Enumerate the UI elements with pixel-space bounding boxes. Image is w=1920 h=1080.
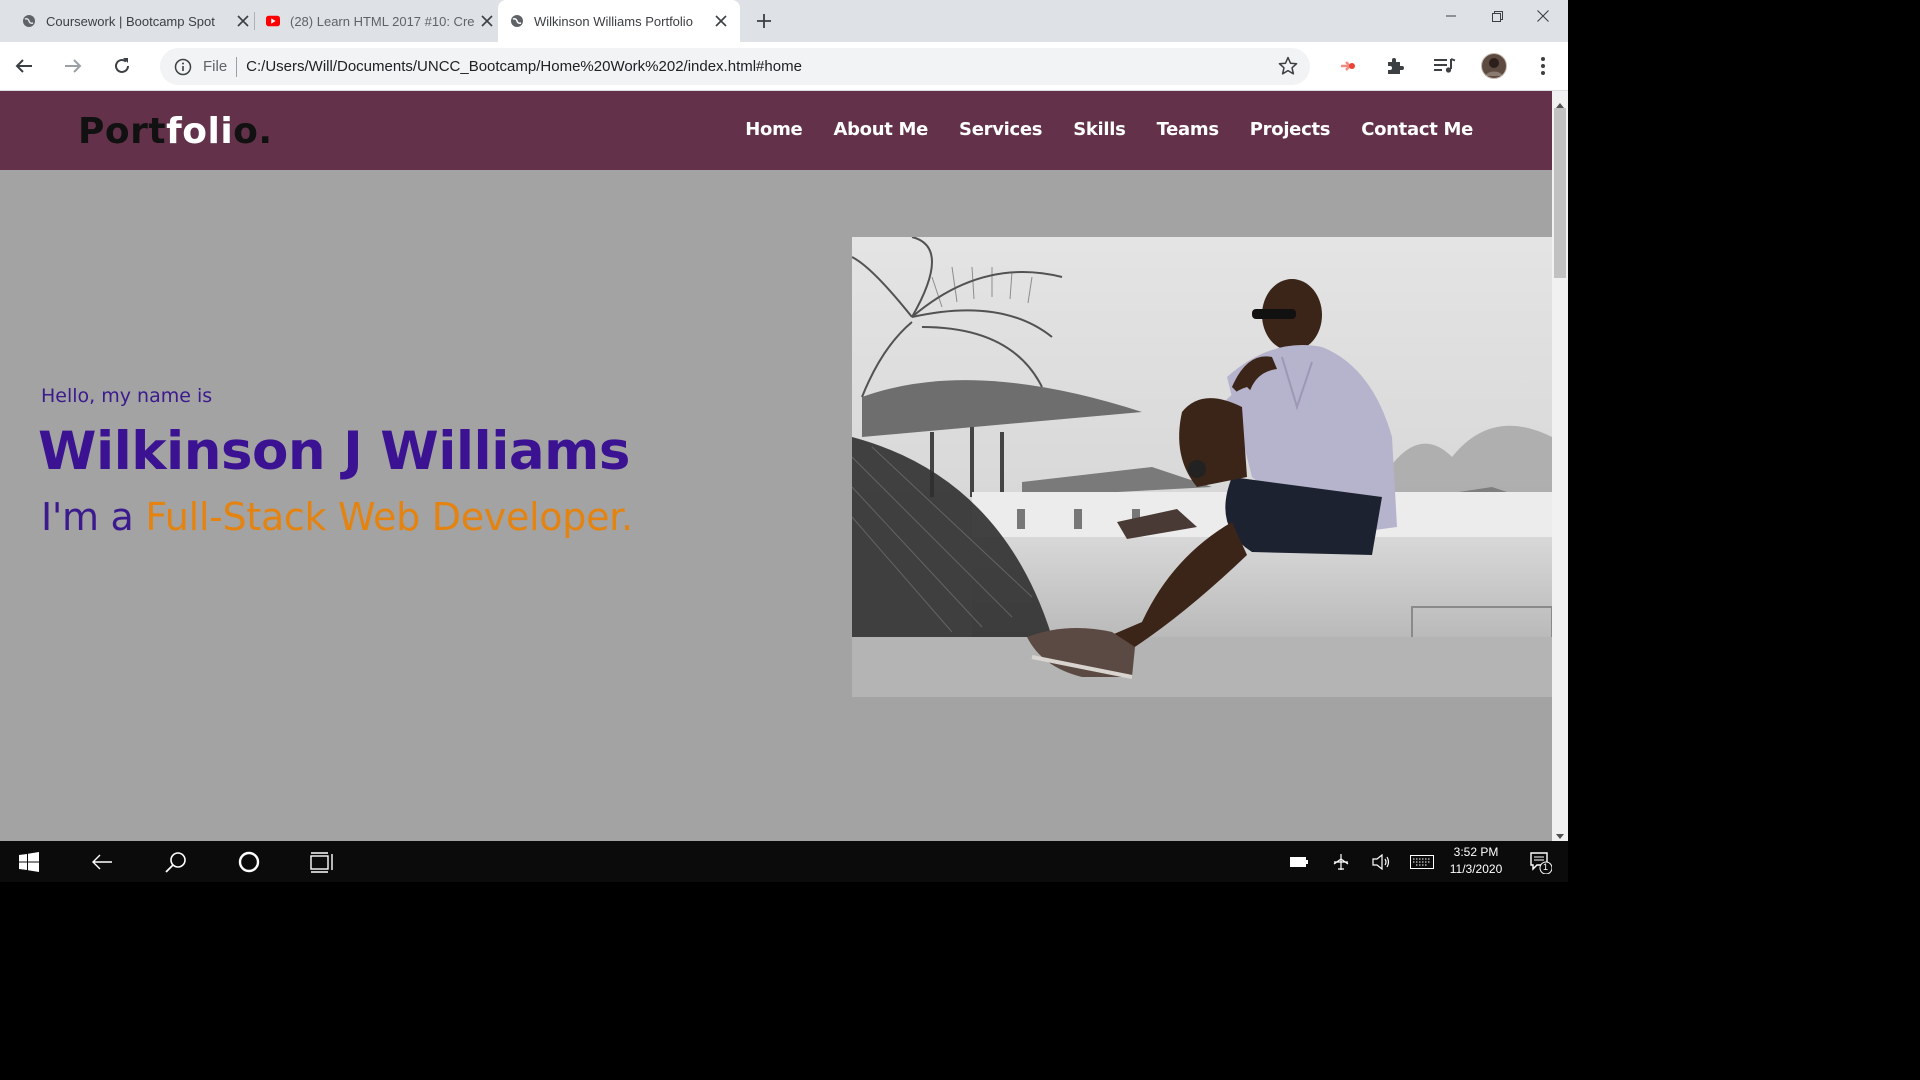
tab-title: (28) Learn HTML 2017 #10: Cre (290, 13, 475, 29)
browser-toolbar: File C:/Users/Will/Documents/UNCC_Bootca… (0, 42, 1568, 91)
nav-about-me[interactable]: About Me (833, 119, 928, 140)
airplane-mode-icon[interactable] (1326, 841, 1356, 882)
clock-time: 3:52 PM (1453, 845, 1499, 859)
page-viewport: Portfolio. Home About Me Services Skills… (0, 91, 1552, 841)
site-navbar: Portfolio. Home About Me Services Skills… (0, 91, 1552, 170)
windows-start-icon[interactable] (0, 841, 58, 882)
page-scrollbar[interactable] (1552, 91, 1568, 841)
action-center-icon[interactable]: 1 (1520, 841, 1560, 882)
battery-icon[interactable] (1284, 841, 1314, 882)
tab-portfolio[interactable]: Wilkinson Williams Portfolio (498, 0, 740, 42)
role-prefix: I'm a (41, 495, 146, 539)
address-bar[interactable]: File C:/Users/Will/Documents/UNCC_Bootca… (160, 48, 1310, 85)
hero-name: Wilkinson J Williams (38, 421, 630, 482)
role-accent: Full-Stack Web Developer. (145, 495, 633, 539)
info-icon[interactable] (174, 58, 192, 76)
tab-title: Wilkinson Williams Portfolio (534, 13, 693, 29)
media-controls-icon[interactable] (1430, 52, 1458, 80)
close-window-button[interactable] (1520, 0, 1566, 32)
restore-button[interactable] (1474, 0, 1520, 32)
extension-cast-icon[interactable] (1334, 52, 1362, 80)
scroll-up-icon[interactable] (1556, 95, 1564, 108)
clock-date: 11/3/2020 (1449, 862, 1503, 876)
task-view-icon[interactable] (298, 841, 346, 882)
close-tab-icon[interactable] (234, 12, 252, 30)
logo-part-1: Port (78, 111, 167, 152)
nav-teams[interactable]: Teams (1157, 119, 1220, 140)
tab-coursework[interactable]: Coursework | Bootcamp Spot (12, 0, 252, 42)
system-clock[interactable]: 3:52 PM 11/3/2020 (1444, 844, 1508, 878)
globe-icon (510, 14, 524, 28)
tab-strip: Coursework | Bootcamp Spot (28) Learn HT… (0, 0, 1568, 42)
logo-part-3: o. (233, 111, 273, 152)
windows-taskbar: 3:52 PM 11/3/2020 1 (0, 841, 1568, 882)
tab-youtube[interactable]: (28) Learn HTML 2017 #10: Cre (256, 0, 496, 42)
nav-services[interactable]: Services (959, 119, 1042, 140)
logo-part-2: foli (166, 111, 234, 152)
notification-count: 1 (1543, 862, 1549, 872)
youtube-icon (266, 14, 280, 28)
back-button[interactable] (10, 52, 38, 80)
volume-icon[interactable] (1366, 841, 1396, 882)
url-text[interactable]: C:/Users/Will/Documents/UNCC_Bootcamp/Ho… (246, 58, 802, 75)
bookmark-star-icon[interactable] (1278, 56, 1298, 76)
tab-title: Coursework | Bootcamp Spot (46, 13, 215, 29)
reload-button[interactable] (108, 52, 136, 80)
nav-home[interactable]: Home (745, 119, 803, 140)
extensions-puzzle-icon[interactable] (1382, 52, 1410, 80)
site-logo[interactable]: Portfolio. (78, 111, 273, 152)
close-tab-icon[interactable] (712, 12, 730, 30)
hero-photo (852, 237, 1552, 697)
chrome-menu-icon[interactable] (1529, 52, 1557, 80)
nav-contact-me[interactable]: Contact Me (1361, 119, 1473, 140)
globe-icon (22, 14, 36, 28)
touch-keyboard-icon[interactable] (1406, 841, 1438, 882)
scheme-label: File (203, 58, 228, 75)
cortana-icon[interactable] (225, 841, 273, 882)
search-icon[interactable] (152, 841, 200, 882)
close-tab-icon[interactable] (478, 12, 496, 30)
hero-role: I'm a Full-Stack Web Developer. (41, 495, 633, 539)
nav-skills[interactable]: Skills (1073, 119, 1126, 140)
forward-button[interactable] (59, 52, 87, 80)
back-arrow-icon[interactable] (78, 841, 126, 882)
minimize-button[interactable] (1428, 0, 1474, 32)
profile-avatar[interactable] (1480, 52, 1508, 80)
scroll-down-icon[interactable] (1556, 827, 1564, 839)
omnibox-divider (236, 56, 238, 77)
nav-projects[interactable]: Projects (1250, 119, 1331, 140)
tab-separator (254, 12, 255, 30)
site-nav: Home About Me Services Skills Teams Proj… (714, 119, 1473, 140)
hero-greeting: Hello, my name is (41, 385, 213, 407)
new-tab-button[interactable] (752, 9, 776, 33)
scrollbar-thumb[interactable] (1554, 108, 1566, 278)
